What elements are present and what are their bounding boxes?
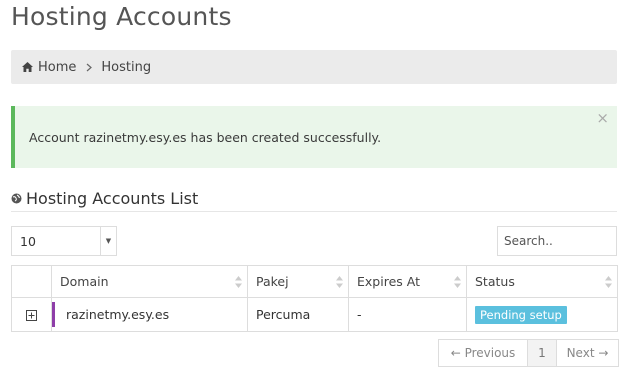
sort-icon[interactable] — [336, 276, 343, 288]
next-page-button[interactable]: Next → — [557, 340, 618, 366]
domain-accent-bar — [52, 302, 55, 327]
column-header-label: Status — [475, 274, 515, 289]
plus-square-icon[interactable] — [26, 310, 37, 321]
previous-page-button[interactable]: ← Previous — [439, 340, 528, 366]
sort-icon[interactable] — [605, 276, 612, 288]
status-cell: Pending setup — [466, 297, 618, 332]
column-header-status[interactable]: Status — [466, 265, 618, 298]
dropdown-arrow-icon[interactable]: ▼ — [100, 227, 116, 255]
success-alert: Account razinetmy.esy.es has been create… — [11, 106, 617, 168]
page-length-value: 10 — [20, 233, 36, 249]
expires-cell: - — [348, 297, 467, 332]
globe-icon — [11, 193, 22, 204]
page-title: Hosting Accounts — [11, 2, 232, 31]
chevron-right-icon — [86, 63, 93, 72]
table-row: razinetmy.esy.es Percuma - Pending setup — [11, 297, 618, 332]
section-title: Hosting Accounts List — [11, 185, 617, 212]
package-cell: Percuma — [247, 297, 349, 332]
close-icon[interactable]: × — [596, 109, 609, 127]
home-icon[interactable] — [21, 61, 34, 73]
sort-icon[interactable] — [235, 276, 242, 288]
accounts-table: Domain Pakej Expires At Status razinetmy… — [11, 265, 618, 332]
breadcrumb-current: Hosting — [101, 59, 152, 75]
search-input[interactable] — [497, 226, 617, 256]
table-header-row: Domain Pakej Expires At Status — [11, 265, 618, 298]
column-header-label: Expires At — [357, 274, 420, 289]
expand-cell — [11, 297, 52, 332]
domain-text: razinetmy.esy.es — [66, 307, 170, 322]
pagination: ← Previous 1 Next → — [438, 339, 619, 367]
column-header-expires-at[interactable]: Expires At — [348, 265, 467, 298]
column-header-label: Domain — [60, 274, 109, 289]
expand-column-header — [11, 265, 52, 298]
breadcrumb-home-link[interactable]: Home — [38, 60, 76, 75]
page-length-select[interactable]: 10 ▼ — [11, 226, 117, 256]
domain-cell: razinetmy.esy.es — [51, 297, 248, 332]
column-header-pakej[interactable]: Pakej — [247, 265, 349, 298]
breadcrumb: Home Hosting — [11, 50, 617, 84]
section-title-text: Hosting Accounts List — [26, 188, 199, 208]
page-number-button[interactable]: 1 — [528, 340, 557, 366]
column-header-label: Pakej — [256, 274, 289, 289]
alert-message: Account razinetmy.esy.es has been create… — [29, 129, 382, 145]
status-badge: Pending setup — [475, 306, 567, 324]
sort-icon[interactable] — [454, 276, 461, 288]
column-header-domain[interactable]: Domain — [51, 265, 248, 298]
